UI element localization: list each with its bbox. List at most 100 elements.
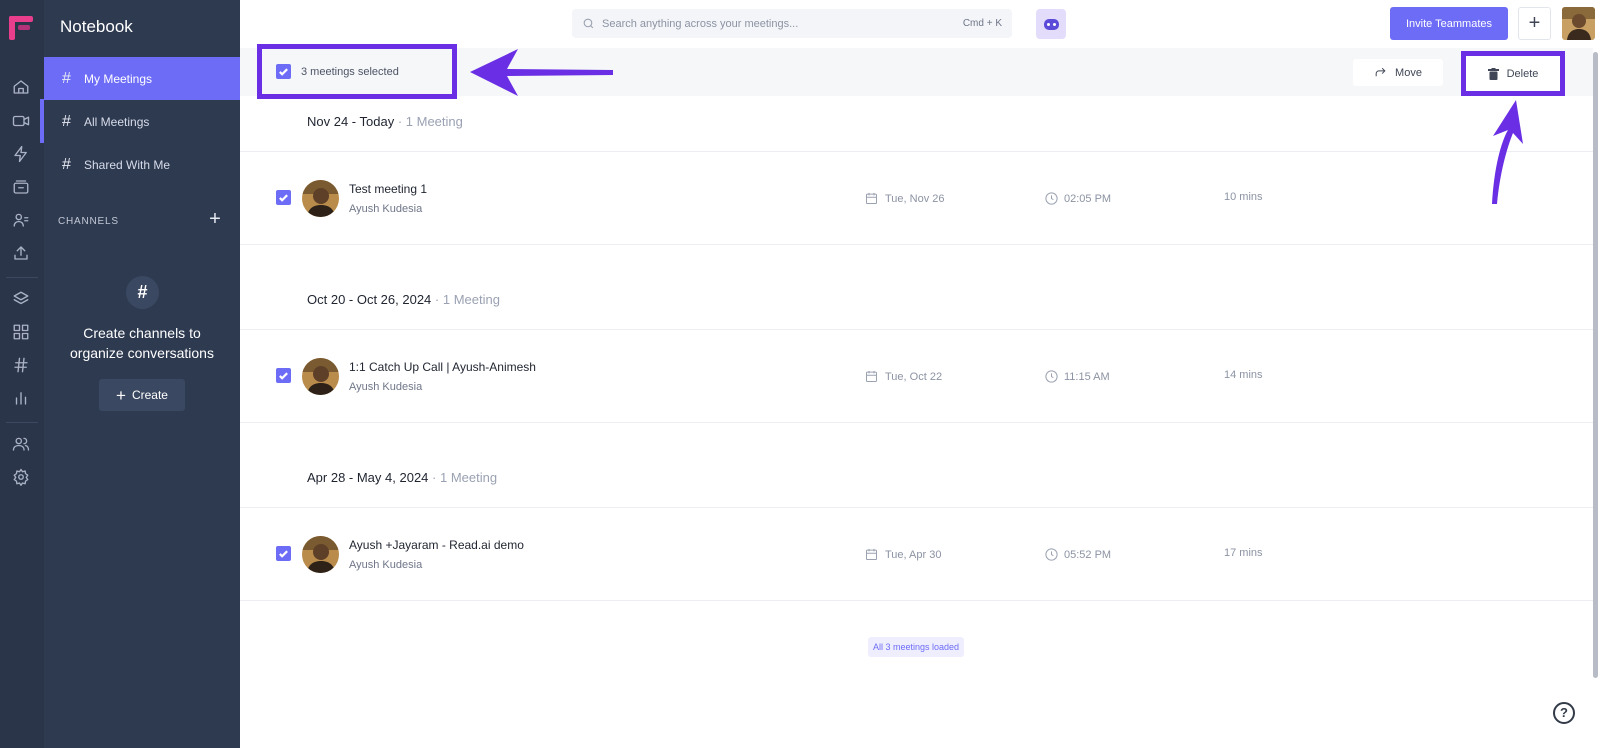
rail-divider	[6, 422, 38, 423]
divider	[240, 244, 1593, 245]
divider	[240, 600, 1593, 601]
chart-icon[interactable]	[10, 387, 32, 409]
avatar	[302, 536, 339, 573]
move-button[interactable]: Move	[1353, 59, 1443, 86]
avatar	[302, 180, 339, 217]
hash-icon: #	[62, 155, 71, 173]
team-icon[interactable]	[10, 433, 32, 455]
robot-icon	[1043, 18, 1059, 30]
selection-bar: 3 meetings selected Move Delete	[240, 44, 1593, 99]
sidebar-item-my-meetings[interactable]: # My Meetings	[44, 57, 240, 100]
selection-count: 3 meetings selected	[301, 65, 399, 78]
meeting-count: 1 Meeting	[405, 114, 463, 129]
channels-heading: CHANNELS	[58, 216, 119, 227]
sidebar-item-label: My Meetings	[84, 71, 153, 86]
select-all-control[interactable]: 3 meetings selected	[257, 44, 457, 99]
row-checkbox[interactable]	[276, 368, 291, 383]
time-text: 11:15 AM	[1064, 370, 1110, 383]
clock-icon	[1045, 192, 1058, 205]
help-button[interactable]: ?	[1553, 702, 1575, 724]
scrollbar[interactable]	[1593, 52, 1598, 678]
group-header: Oct 20 - Oct 26, 2024 · 1 Meeting	[307, 292, 500, 307]
meeting-date: Tue, Apr 30	[864, 547, 941, 562]
date-range: Apr 28 - May 4, 2024	[307, 470, 429, 485]
empty-line: Create channels to	[83, 325, 201, 341]
channels-empty-message: Create channels to organize conversation…	[44, 323, 240, 363]
group-header: Apr 28 - May 4, 2024 · 1 Meeting	[307, 470, 498, 485]
meeting-title[interactable]: 1:1 Catch Up Call | Ayush-Animesh	[349, 360, 536, 374]
settings-icon[interactable]	[10, 466, 32, 488]
top-bar: Search anything across your meetings... …	[240, 0, 1600, 48]
invite-teammates-button[interactable]: Invite Teammates	[1390, 7, 1508, 40]
meeting-date: Tue, Oct 22	[864, 369, 942, 384]
date-range: Nov 24 - Today	[307, 114, 395, 129]
meeting-title[interactable]: Ayush +Jayaram - Read.ai demo	[349, 538, 524, 552]
search-shortcut: Cmd + K	[962, 18, 1002, 29]
divider	[240, 422, 1593, 423]
sidebar: Notebook # My Meetings # All Meetings # …	[44, 0, 240, 748]
delete-button[interactable]: Delete	[1461, 51, 1565, 96]
user-avatar[interactable]	[1562, 7, 1595, 40]
date-text: Tue, Oct 22	[885, 370, 943, 383]
search-placeholder: Search anything across your meetings...	[602, 17, 799, 30]
contacts-icon[interactable]	[10, 209, 32, 231]
sidebar-item-label: All Meetings	[84, 114, 150, 129]
meeting-row[interactable]: Ayush +Jayaram - Read.ai demo Ayush Kude…	[240, 508, 1593, 600]
meeting-row[interactable]: Test meeting 1 Ayush Kudesia Tue, Nov 26…	[240, 152, 1593, 244]
trash-icon	[1487, 67, 1499, 80]
logo-icon[interactable]	[7, 14, 35, 42]
time-text: 05:52 PM	[1064, 548, 1112, 561]
date-text: Tue, Apr 30	[885, 548, 942, 561]
inbox-icon[interactable]	[10, 176, 32, 198]
date-text: Tue, Nov 26	[885, 192, 945, 205]
checkbox-checked-icon[interactable]	[276, 64, 291, 79]
sidebar-item-all-meetings[interactable]: # All Meetings	[44, 100, 240, 143]
hash-icon[interactable]	[10, 354, 32, 376]
upload-icon[interactable]	[10, 242, 32, 264]
calendar-icon	[866, 192, 877, 204]
move-label: Move	[1395, 66, 1422, 79]
clock-icon	[1045, 370, 1058, 383]
row-checkbox[interactable]	[276, 546, 291, 561]
sidebar-item-shared-with-me[interactable]: # Shared With Me	[44, 143, 240, 186]
rail-divider	[6, 277, 38, 278]
assistant-bot-button[interactable]	[1036, 9, 1066, 39]
hash-icon: #	[62, 69, 71, 87]
create-label: Create	[131, 388, 168, 402]
layers-icon[interactable]	[10, 288, 32, 310]
forward-arrow-icon	[1375, 67, 1386, 77]
time-text: 02:05 PM	[1064, 192, 1112, 205]
video-icon[interactable]	[10, 110, 32, 132]
meeting-time: 02:05 PM	[1044, 191, 1111, 206]
create-channel-button[interactable]: + Create	[99, 379, 185, 411]
add-channel-button[interactable]: +	[206, 209, 224, 229]
search-icon	[583, 18, 594, 29]
hash-icon: #	[126, 276, 159, 309]
bolt-icon[interactable]	[10, 143, 32, 165]
calendar-icon	[866, 370, 877, 382]
add-button[interactable]: +	[1518, 7, 1551, 40]
meeting-owner: Ayush Kudesia	[349, 381, 423, 393]
meeting-owner: Ayush Kudesia	[349, 203, 423, 215]
avatar	[302, 358, 339, 395]
meeting-row[interactable]: 1:1 Catch Up Call | Ayush-Animesh Ayush …	[240, 330, 1593, 422]
calendar-icon	[866, 548, 877, 560]
home-icon[interactable]	[10, 76, 32, 98]
sidebar-item-label: Shared With Me	[84, 157, 171, 172]
meeting-duration: 10 mins	[1224, 191, 1263, 203]
empty-line: organize conversations	[70, 345, 214, 361]
app-title: Notebook	[60, 17, 133, 36]
search-input[interactable]: Search anything across your meetings... …	[572, 9, 1012, 38]
icon-rail	[0, 0, 44, 748]
meeting-title[interactable]: Test meeting 1	[349, 182, 427, 196]
all-loaded-badge: All 3 meetings loaded	[868, 637, 964, 657]
meeting-time: 11:15 AM	[1044, 369, 1110, 384]
plus-icon: +	[116, 385, 126, 405]
row-checkbox[interactable]	[276, 190, 291, 205]
meeting-time: 05:52 PM	[1044, 547, 1111, 562]
grid-icon[interactable]	[10, 321, 32, 343]
clock-icon	[1045, 548, 1058, 561]
group-header: Nov 24 - Today · 1 Meeting	[307, 114, 463, 129]
meeting-date: Tue, Nov 26	[864, 191, 945, 206]
meeting-owner: Ayush Kudesia	[349, 559, 423, 571]
